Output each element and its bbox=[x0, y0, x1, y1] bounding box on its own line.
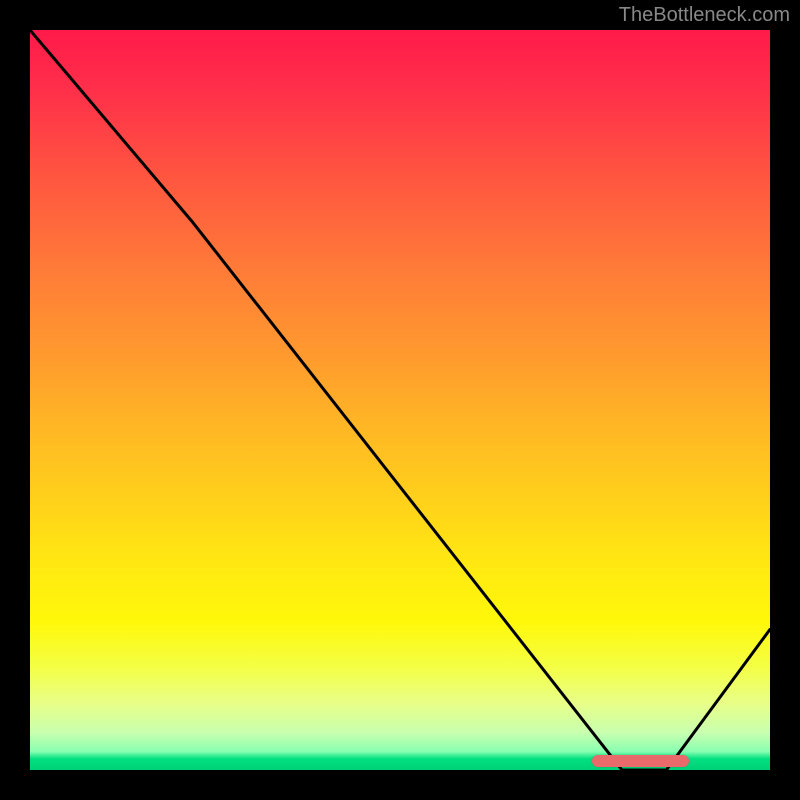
optimal-range-marker bbox=[592, 755, 688, 767]
watermark-text: TheBottleneck.com bbox=[619, 4, 790, 27]
plot-area bbox=[30, 30, 770, 770]
chart-container: TheBottleneck.com bbox=[0, 0, 800, 800]
chart-svg bbox=[30, 30, 770, 770]
bottleneck-curve-line bbox=[30, 30, 770, 770]
